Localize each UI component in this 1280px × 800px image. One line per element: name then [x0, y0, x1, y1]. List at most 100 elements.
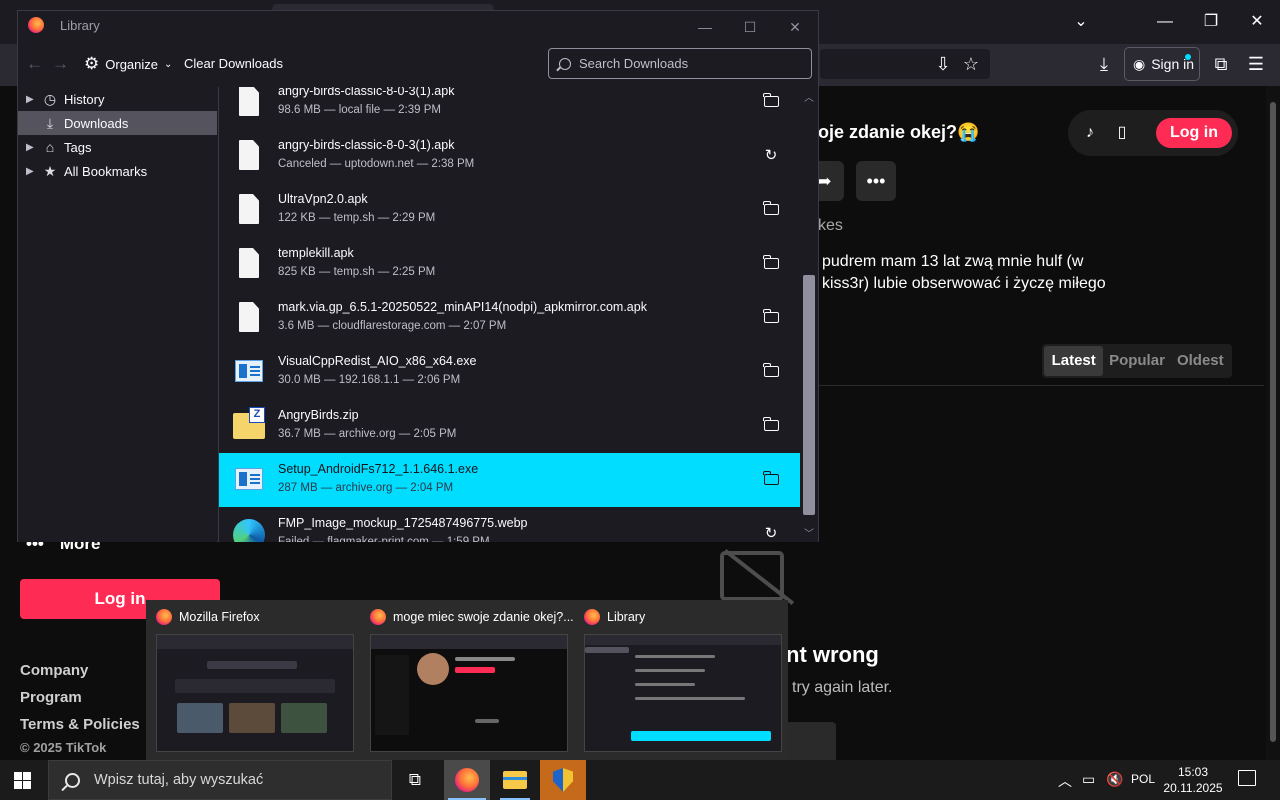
- folder-icon: [503, 771, 527, 789]
- retry-button[interactable]: [786, 722, 836, 762]
- bookmark-star-icon[interactable]: ☆: [958, 51, 984, 77]
- firefox-logo-icon: [28, 17, 44, 33]
- expand-arrow-icon[interactable]: ▶: [26, 142, 38, 153]
- zip-file-icon: Z: [233, 407, 265, 439]
- exe-file-icon: [235, 360, 263, 382]
- open-folder-icon[interactable]: [761, 254, 781, 274]
- maximize-icon[interactable]: ☐: [738, 17, 762, 37]
- clock-time: 15:03: [1177, 765, 1209, 779]
- footer-link-company[interactable]: Company: [20, 662, 88, 679]
- sidebar-item-downloads[interactable]: ⤓ Downloads: [18, 111, 217, 135]
- download-item[interactable]: angry-birds-classic-8-0-3(1).apk 98.6 MB …: [219, 87, 800, 129]
- preview-tiktok[interactable]: moge miec swoje zdanie okej?...: [360, 600, 574, 760]
- scrollbar-thumb[interactable]: [803, 275, 815, 515]
- sort-popular[interactable]: Popular: [1107, 346, 1166, 376]
- network-icon[interactable]: ▭: [1082, 771, 1095, 788]
- back-arrow-icon[interactable]: ←: [26, 54, 43, 74]
- sign-in-button[interactable]: ◉ Sign in: [1124, 47, 1200, 81]
- open-folder-icon[interactable]: [761, 308, 781, 328]
- sidebar-item-label: History: [64, 91, 105, 107]
- extensions-icon[interactable]: ⧉: [1208, 51, 1234, 77]
- sidebar-item-label: All Bookmarks: [64, 163, 148, 179]
- taskbar-file-explorer[interactable]: [492, 760, 538, 800]
- download-item[interactable]: FMP_Image_mockup_1725487496775.webp Faile…: [219, 507, 800, 542]
- footer-link-program[interactable]: Program: [20, 689, 82, 706]
- download-item[interactable]: UltraVpn2.0.apk 122 KB — temp.sh — 2:29 P…: [219, 183, 800, 237]
- language-indicator[interactable]: POL: [1131, 772, 1155, 786]
- bio-line: kiss3r) lubie obserwować i życzę miłego: [822, 275, 1106, 292]
- open-folder-icon[interactable]: [761, 200, 781, 220]
- close-icon[interactable]: ✕: [1242, 8, 1272, 36]
- task-view-icon: ⧉: [408, 770, 422, 789]
- notification-center-icon[interactable]: [1238, 770, 1256, 786]
- sidebar-item-all-bookmarks[interactable]: ▶ ★ All Bookmarks: [18, 159, 217, 183]
- search-downloads-input[interactable]: [579, 56, 799, 71]
- minimize-icon[interactable]: —: [1150, 8, 1180, 36]
- volume-muted-icon[interactable]: 🔇: [1106, 771, 1123, 788]
- minimize-icon[interactable]: —: [693, 17, 717, 37]
- preview-thumbnail: [584, 634, 782, 752]
- clock-date: 20.11.2025: [1163, 781, 1223, 795]
- download-item[interactable]: mark.via.gp_6.5.1-20250522_minAPI14(nodp…: [219, 291, 800, 345]
- open-folder-icon[interactable]: [761, 92, 781, 112]
- preview-library[interactable]: Library: [574, 600, 788, 760]
- download-filename: templekill.apk: [278, 246, 354, 260]
- download-status: 30.0 MB — 192.168.1.1 — 2:06 PM: [278, 374, 461, 386]
- file-icon: [239, 87, 259, 116]
- likes-label: kes: [818, 217, 843, 234]
- expand-arrow-icon[interactable]: ▶: [26, 94, 38, 105]
- shield-icon: [553, 768, 573, 792]
- open-folder-icon[interactable]: [761, 470, 781, 490]
- library-titlebar[interactable]: Library — ☐ ✕: [18, 11, 818, 41]
- clear-downloads-button[interactable]: Clear Downloads: [184, 56, 283, 71]
- download-filename: VisualCppRedist_AIO_x86_x64.exe: [278, 354, 477, 368]
- downloads-scrollbar[interactable]: ︿ ﹀: [800, 87, 818, 542]
- taskbar-clock[interactable]: 15:03 20.11.2025: [1162, 764, 1224, 796]
- tiktok-logo-icon[interactable]: ♪: [1078, 121, 1102, 145]
- preview-firefox[interactable]: Mozilla Firefox: [146, 600, 360, 760]
- retry-icon[interactable]: ↻: [761, 524, 781, 542]
- download-item[interactable]: Setup_AndroidFs712_1.1.646.1.exe 287 MB —…: [219, 453, 800, 507]
- download-item[interactable]: VisualCppRedist_AIO_x86_x64.exe 30.0 MB —…: [219, 345, 800, 399]
- download-item[interactable]: Z AngryBirds.zip 36.7 MB — archive.org — 2…: [219, 399, 800, 453]
- taskbar-security-app[interactable]: [540, 760, 586, 800]
- forward-arrow-icon[interactable]: →: [52, 54, 69, 74]
- download-item[interactable]: angry-birds-classic-8-0-3(1).apk Canceled…: [219, 129, 800, 183]
- taskbar-search[interactable]: Wpisz tutaj, aby wyszukać: [48, 760, 392, 800]
- search-downloads-field[interactable]: [548, 48, 812, 79]
- retry-icon[interactable]: ↻: [761, 146, 781, 166]
- download-item[interactable]: templekill.apk 825 KB — temp.sh — 2:25 PM: [219, 237, 800, 291]
- open-folder-icon[interactable]: [761, 362, 781, 382]
- organize-button[interactable]: ⚙ Organize ⌄: [84, 54, 172, 74]
- save-to-pocket-icon[interactable]: ⇩: [930, 51, 956, 77]
- tray-overflow-icon[interactable]: ︿: [1058, 771, 1072, 791]
- restore-icon[interactable]: ❐: [1196, 8, 1226, 36]
- list-all-tabs-icon[interactable]: ⌄: [1066, 8, 1096, 36]
- close-icon[interactable]: ✕: [783, 17, 807, 37]
- mobile-app-icon[interactable]: ▯: [1110, 121, 1134, 145]
- scroll-up-icon[interactable]: ︿: [800, 89, 818, 104]
- page-scrollbar[interactable]: [1266, 86, 1280, 760]
- firefox-logo-icon: [156, 609, 172, 625]
- error-title: nt wrong: [786, 642, 879, 667]
- downloads-icon[interactable]: ⤓: [1091, 51, 1117, 77]
- clock-icon: ◷: [43, 90, 57, 107]
- sort-oldest[interactable]: Oldest: [1171, 346, 1230, 376]
- menu-icon[interactable]: ☰: [1243, 51, 1269, 77]
- sidebar-item-history[interactable]: ▶ ◷ History: [18, 87, 217, 111]
- sidebar-item-tags[interactable]: ▶ ⌂ Tags: [18, 135, 217, 159]
- open-folder-icon[interactable]: [761, 416, 781, 436]
- windows-start-icon[interactable]: [14, 772, 31, 789]
- task-view-button[interactable]: ⧉: [392, 760, 438, 800]
- scroll-down-icon[interactable]: ﹀: [800, 525, 818, 540]
- taskbar-firefox[interactable]: [444, 760, 490, 800]
- preview-title: Library: [607, 610, 646, 624]
- footer-link-terms[interactable]: Terms & Policies: [20, 716, 140, 733]
- download-filename: FMP_Image_mockup_1725487496775.webp: [278, 516, 528, 530]
- downloads-list: angry-birds-classic-8-0-3(1).apk 98.6 MB …: [218, 87, 800, 542]
- expand-arrow-icon[interactable]: ▶: [26, 166, 38, 177]
- organize-label: Organize: [105, 56, 158, 72]
- more-options-icon[interactable]: •••: [856, 161, 896, 201]
- sort-latest[interactable]: Latest: [1044, 346, 1104, 376]
- login-button-top[interactable]: Log in: [1156, 118, 1232, 148]
